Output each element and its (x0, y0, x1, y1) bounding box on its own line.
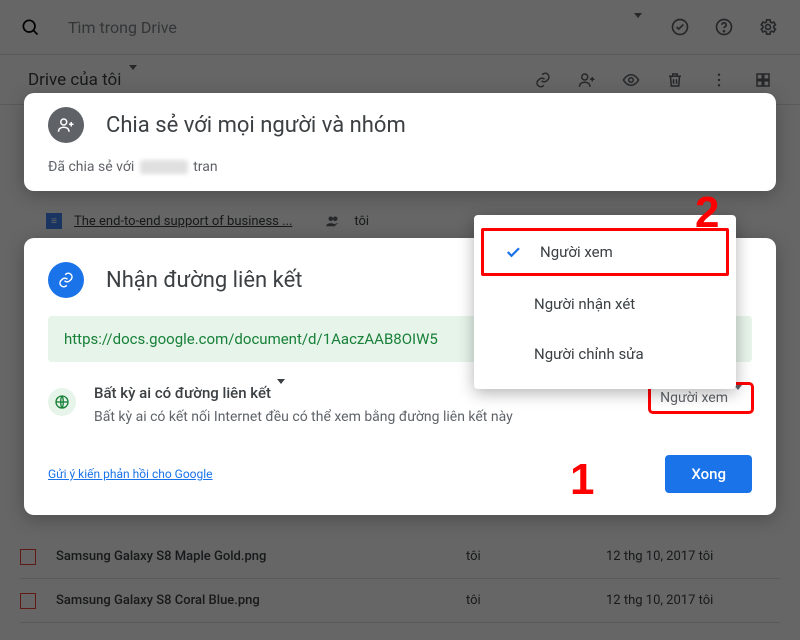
role-option-label: Người chỉnh sửa (534, 345, 644, 363)
annotation-2: 2 (695, 188, 719, 238)
share-people-card: Chia sẻ với mọi người và nhóm Đã chia sẻ… (24, 93, 776, 191)
role-option-editor[interactable]: Người chỉnh sửa (474, 329, 736, 379)
shared-with-text: Đã chia sẻ với tran (48, 159, 752, 175)
role-option-commenter[interactable]: Người nhận xét (474, 279, 736, 329)
role-option-label: Người nhận xét (534, 295, 635, 313)
send-feedback-link[interactable]: Gửi ý kiến phản hồi cho Google (48, 467, 213, 481)
access-scope-description: Bất kỳ ai có kết nối Internet đều có thể… (94, 408, 513, 427)
done-button[interactable]: Xong (665, 455, 752, 493)
check-icon (504, 243, 522, 261)
annotation-1: 1 (570, 455, 594, 505)
chevron-down-icon (734, 390, 742, 406)
access-scope-dropdown[interactable]: Bất kỳ ai có đường liên kết (94, 384, 513, 402)
link-icon (48, 262, 84, 298)
role-option-viewer[interactable]: Người xem (480, 227, 730, 277)
get-link-title: Nhận đường liên kết (106, 268, 302, 293)
role-option-label: Người xem (540, 243, 613, 261)
role-dropdown-menu: Người xem Người nhận xét Người chỉnh sửa (474, 215, 736, 389)
chevron-down-icon (277, 384, 285, 402)
share-people-title: Chia sẻ với mọi người và nhóm (106, 113, 406, 138)
globe-icon (48, 388, 76, 416)
redacted-name (140, 160, 188, 174)
person-add-icon (48, 107, 84, 143)
